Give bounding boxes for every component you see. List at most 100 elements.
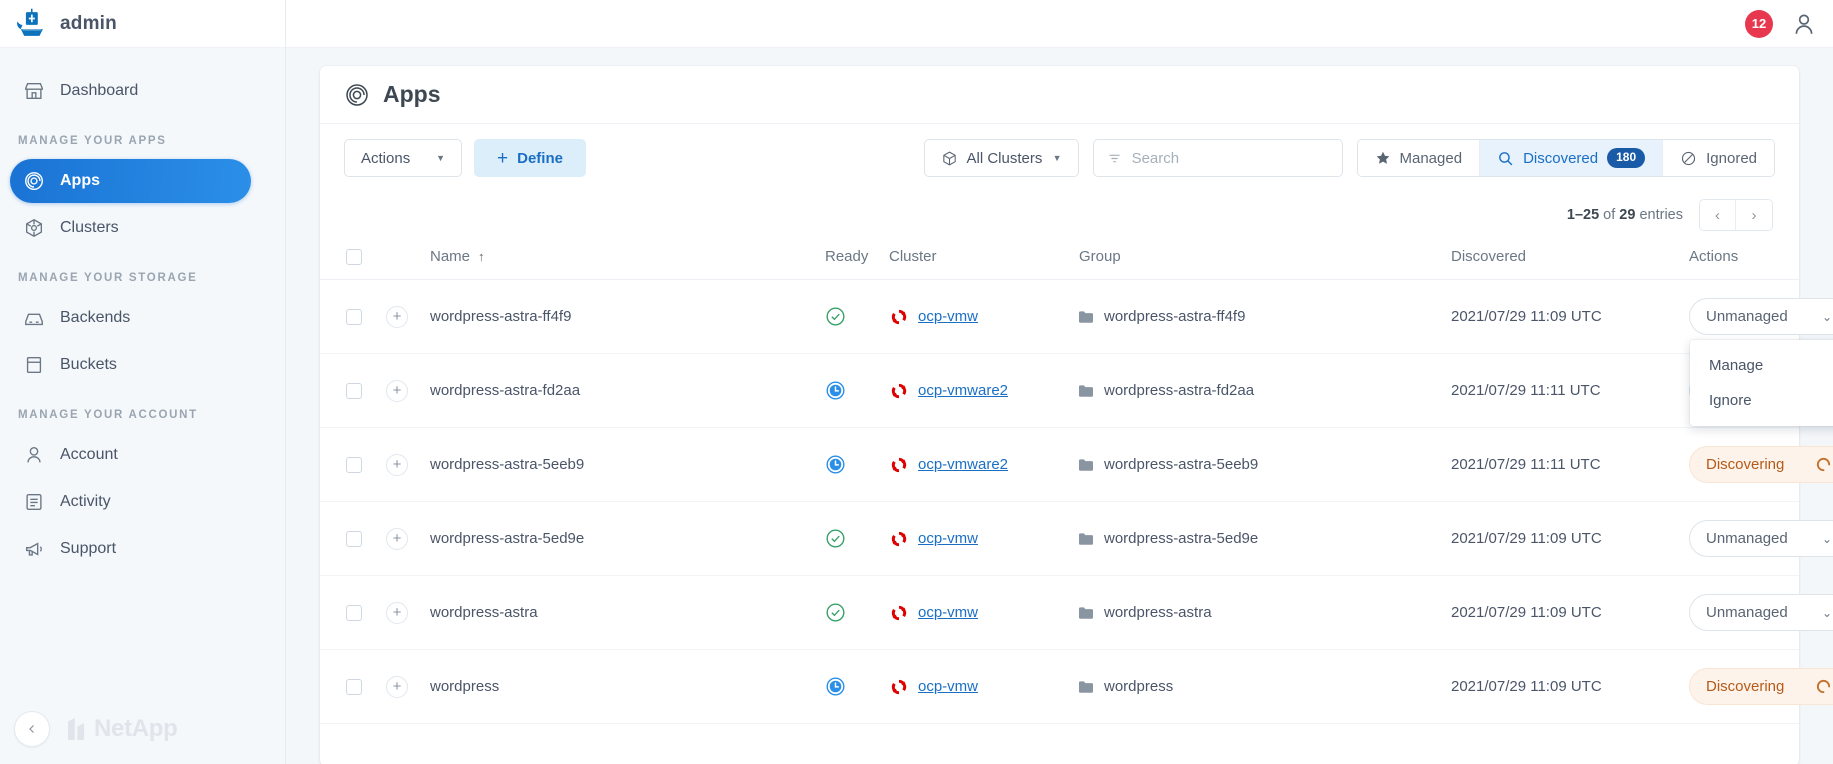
row-expand-button[interactable]: + [386,527,408,550]
actions-button[interactable]: Actions ▼ [344,139,462,177]
ready-check-icon [826,529,845,548]
sidebar-item-backends[interactable]: Backends [10,296,251,340]
row-name-cell: wordpress-astra-5eeb9 [430,427,825,502]
header-name-label: Name [430,248,471,265]
row-ready-cell [825,353,889,428]
cluster-link[interactable]: ocp-vmw [918,604,978,621]
header-name[interactable]: Name ↑ [430,238,825,280]
action-menu-item[interactable]: Ignore [1690,383,1833,418]
row-expand-button[interactable]: + [386,379,408,402]
table-row[interactable]: + wordpress-astra-5eeb9 ocp-vmware2 word… [320,427,1833,502]
header-ready[interactable]: Ready [825,238,889,280]
row-expand-button[interactable]: + [386,305,408,328]
select-all-checkbox[interactable] [346,248,362,265]
row-action-dropdown[interactable]: Unmanaged ⌄ [1689,298,1833,335]
row-checkbox[interactable] [346,456,362,473]
notification-badge[interactable]: 12 [1745,9,1773,38]
tab-discovered-label: Discovered [1523,149,1599,167]
chevron-down-icon: ⌄ [1821,605,1832,620]
netapp-wordmark: NetApp [94,715,178,742]
row-expand-button[interactable]: + [386,675,408,698]
entries-summary: 1–25 of 29 entries [1567,207,1683,223]
cluster-link[interactable]: ocp-vmware2 [918,456,1008,473]
pager-prev-button[interactable]: ‹ [1700,200,1736,230]
row-discovered-cell: 2021/07/29 11:09 UTC [1451,501,1689,576]
table-row[interactable]: + wordpress ocp-vmw wordpress 2021/07/29… [320,649,1833,724]
sidebar-item-buckets[interactable]: Buckets [10,343,251,387]
row-select-cell [320,649,386,724]
row-group-cell: wordpress-astra [1079,575,1451,650]
user-avatar-icon[interactable] [1791,11,1817,37]
row-checkbox[interactable] [346,530,362,547]
row-discovered-cell: 2021/07/29 11:11 UTC [1451,353,1689,428]
define-button[interactable]: + Define [474,139,586,177]
row-checkbox[interactable] [346,678,362,695]
cluster-link[interactable]: ocp-vmw [918,308,978,325]
table-row[interactable]: + wordpress-astra-ff4f9 ocp-vmw wordpres… [320,279,1833,354]
row-cluster-cell: ocp-vmw [889,501,1079,576]
sidebar-item-account[interactable]: Account [10,433,251,477]
header-group-label: Group [1079,248,1121,265]
row-actions-cell: Unmanaged ⌄ [1689,575,1833,650]
row-select-cell [320,501,386,576]
row-expand-button[interactable]: + [386,453,408,476]
row-action-dropdown[interactable]: Unmanaged ⌄ [1689,520,1833,557]
tab-ignored[interactable]: Ignored [1663,140,1774,176]
sidebar-item-label: Support [60,540,117,557]
sort-asc-icon: ↑ [478,249,485,264]
folder-icon [1079,458,1093,471]
apps-card: Apps Actions ▼ + Define All Clusters ▼ S… [320,66,1833,764]
row-checkbox[interactable] [346,604,362,621]
table-row[interactable]: + wordpress-astra-fd2aa ocp-vmware2 word… [320,353,1833,428]
row-checkbox[interactable] [346,382,362,399]
toolbar-right: All Clusters ▼ Search Managed Discovered… [923,139,1775,177]
cube-icon [942,151,956,165]
netapp-mark-icon [68,718,85,740]
table-row[interactable]: + wordpress-astra-5ed9e ocp-vmw wordpres… [320,501,1833,576]
pager-next-button[interactable]: › [1736,200,1772,230]
cluster-link[interactable]: ocp-vmware2 [918,382,1008,399]
sidebar-item-label: Clusters [60,219,119,236]
tab-discovered[interactable]: Discovered 180 [1480,140,1664,176]
action-menu-item[interactable]: Manage [1690,348,1833,383]
topbar: 12 [286,0,1833,48]
apps-table: Name ↑ Ready Cluster Group Discovered Act… [320,238,1833,724]
sidebar-item-dashboard[interactable]: Dashboard [10,69,251,113]
chevron-down-icon: ⌄ [1821,309,1832,324]
row-group-label: wordpress [1104,678,1174,695]
sidebar-collapse-button[interactable] [14,711,50,747]
row-name-cell: wordpress-astra-5ed9e [430,501,825,576]
header-cluster[interactable]: Cluster [889,238,1079,280]
pagination-row: 1–25 of 29 entries ‹ › [320,192,1799,238]
row-checkbox[interactable] [346,308,362,325]
cluster-filter-dropdown[interactable]: All Clusters ▼ [923,139,1079,177]
sidebar-item-label: Backends [60,309,131,326]
row-discovered-cell: 2021/07/29 11:09 UTC [1451,649,1689,724]
search-input[interactable] [1131,149,1329,167]
cluster-link[interactable]: ocp-vmw [918,530,978,547]
sidebar-item-support[interactable]: Support [10,527,251,571]
header-group[interactable]: Group [1079,238,1451,280]
sidebar-item-activity[interactable]: Activity [10,480,251,524]
pending-clock-icon [826,455,845,474]
tab-managed[interactable]: Managed [1357,140,1481,176]
sidebar-item-clusters[interactable]: Clusters [10,206,251,250]
table-row[interactable]: + wordpress-astra ocp-vmw wordpress-astr… [320,575,1833,650]
table-head: Name ↑ Ready Cluster Group Discovered Act… [320,238,1799,280]
header-discovered[interactable]: Discovered [1451,238,1689,280]
storage-icon [23,307,45,329]
row-name-cell: wordpress [430,649,825,724]
sidebar: admin Dashboard MANAGE YOUR APPS Apps Cl… [0,0,286,764]
star-icon [1376,151,1389,164]
pager: ‹ › [1699,199,1773,231]
sidebar-item-apps[interactable]: Apps [10,159,251,203]
cluster-link[interactable]: ocp-vmw [918,678,978,695]
list-icon [23,491,45,513]
row-action-label: Unmanaged [1706,308,1788,325]
row-actions-cell: Unmanaged ⌄ [1689,501,1833,576]
row-expand-button[interactable]: + [386,601,408,624]
row-action-dropdown[interactable]: Unmanaged ⌄ [1689,594,1833,631]
sidebar-footer: NetApp [0,694,285,764]
search-box[interactable] [1092,139,1343,177]
row-expander-cell: + [386,575,430,650]
